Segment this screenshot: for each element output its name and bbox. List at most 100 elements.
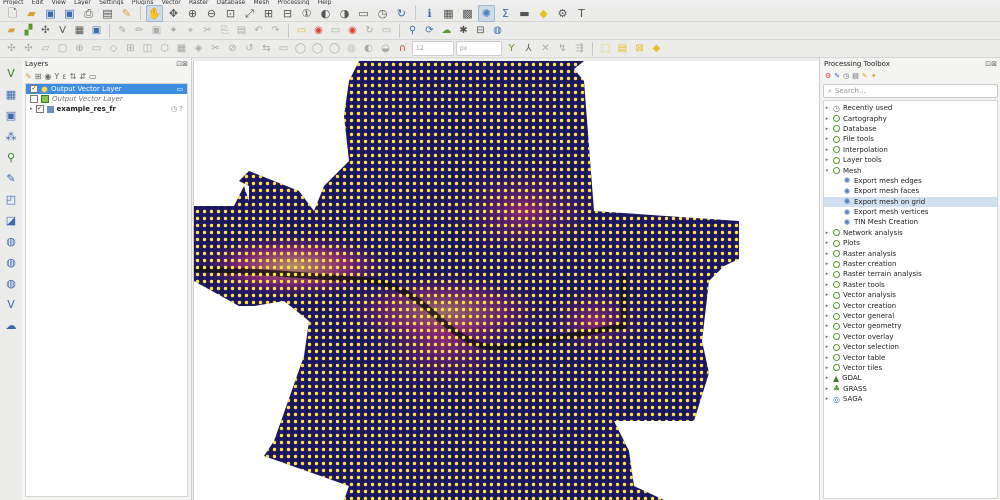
undo-icon[interactable]: ↶ bbox=[251, 23, 266, 38]
options-icon[interactable]: ✦ bbox=[871, 72, 877, 80]
expand-arrow-icon[interactable]: ▸ bbox=[824, 136, 830, 142]
layer-visibility-checkbox[interactable]: ✓ bbox=[35, 105, 44, 113]
expand-arrow-icon[interactable]: ▸ bbox=[824, 126, 830, 132]
style-icon[interactable]: ✎ bbox=[25, 72, 32, 81]
pan-to-selection-icon[interactable]: ✥ bbox=[165, 5, 182, 22]
group-vector-geometry[interactable]: ▸ Vector geometry bbox=[824, 321, 997, 331]
expand-arrow-icon[interactable]: ▸ bbox=[30, 106, 33, 112]
save-edits-icon[interactable]: ▣ bbox=[149, 23, 164, 38]
add-wcs-icon[interactable]: ◍ bbox=[2, 274, 20, 292]
font-size-dropdown[interactable]: 12 bbox=[412, 41, 454, 56]
layer-row-output-vector-2[interactable]: Output Vector Layer bbox=[26, 94, 187, 104]
collapse-all-icon[interactable]: ⇵ bbox=[79, 72, 86, 81]
group-raster-creation[interactable]: ▸ Raster creation bbox=[824, 259, 997, 269]
map-canvas[interactable] bbox=[193, 61, 819, 500]
zoom-full-icon[interactable]: ⤢ bbox=[241, 5, 258, 22]
deselect-icon[interactable]: ⊠ bbox=[632, 41, 647, 56]
new-bookmark-icon[interactable]: ⚙ bbox=[554, 5, 571, 22]
add-vector-layer-icon[interactable]: V bbox=[55, 23, 70, 38]
layer-info-icons[interactable]: ◷ ? bbox=[171, 105, 183, 113]
add-point-cloud-icon[interactable]: ⁂ bbox=[2, 127, 20, 145]
zoom-to-layer-icon[interactable]: ⊟ bbox=[279, 5, 296, 22]
expand-arrow-icon[interactable]: ▸ bbox=[824, 271, 830, 277]
expand-arrow-icon[interactable]: ▸ bbox=[824, 355, 830, 361]
add-raster-layer-icon[interactable]: ▦ bbox=[72, 23, 87, 38]
algorithm-tin-mesh-creation[interactable]: ✺ TIN Mesh Creation bbox=[824, 217, 997, 227]
globe-icon[interactable]: ◍ bbox=[490, 23, 505, 38]
label-rotate-icon[interactable]: ↻ bbox=[362, 23, 377, 38]
identify-icon[interactable]: ℹ bbox=[421, 5, 438, 22]
filter-icon[interactable]: Y bbox=[504, 41, 519, 56]
expand-arrow-icon[interactable]: ▸ bbox=[824, 147, 830, 153]
toggle-editing-icon[interactable]: ✏ bbox=[132, 23, 147, 38]
group-layer-tools[interactable]: ▸ Layer tools bbox=[824, 155, 997, 165]
expand-arrow-icon[interactable]: ▸ bbox=[824, 303, 830, 309]
join-icon[interactable]: ✕ bbox=[538, 41, 553, 56]
filter-expression-icon[interactable]: ε bbox=[62, 72, 66, 81]
digitize-15-icon[interactable]: ↺ bbox=[242, 41, 257, 56]
expand-arrow-icon[interactable]: ▸ bbox=[824, 282, 830, 288]
group-vector-general[interactable]: ▸ Vector general bbox=[824, 311, 997, 321]
copy-features-icon[interactable]: ⎘ bbox=[217, 23, 232, 38]
group-interpolation[interactable]: ▸ Interpolation bbox=[824, 145, 997, 155]
snapping-magnet-icon[interactable]: ∩ bbox=[395, 41, 410, 56]
add-raster-icon[interactable]: ▦ bbox=[2, 85, 20, 103]
digitize-17-icon[interactable]: ▭ bbox=[276, 41, 291, 56]
expand-arrow-icon[interactable]: ▸ bbox=[824, 323, 830, 329]
digitize-13-icon[interactable]: ✂ bbox=[208, 41, 223, 56]
group-gdal[interactable]: ▸ ▲ GDAL bbox=[824, 373, 997, 383]
digitize-icon[interactable]: ✣ bbox=[4, 41, 19, 56]
add-vector-icon[interactable]: V bbox=[2, 64, 20, 82]
zoom-in-icon[interactable]: ⊕ bbox=[184, 5, 201, 22]
algorithm-export-mesh-faces[interactable]: ✺ Export mesh faces bbox=[824, 186, 997, 196]
digitize-3-icon[interactable]: ▱ bbox=[38, 41, 53, 56]
add-gps-icon[interactable]: ⚲ bbox=[2, 148, 20, 166]
group-vector-selection[interactable]: ▸ Vector selection bbox=[824, 342, 997, 352]
results-icon[interactable]: ▤ bbox=[852, 72, 859, 80]
visibility-icon[interactable]: ◉ bbox=[44, 72, 51, 81]
digitize-7-icon[interactable]: ◇ bbox=[106, 41, 121, 56]
delete-selected-icon[interactable]: ✂ bbox=[200, 23, 215, 38]
digitize-6-icon[interactable]: ▭ bbox=[89, 41, 104, 56]
expand-arrow-icon[interactable]: ▸ bbox=[824, 334, 830, 340]
expand-arrow-icon[interactable]: ▸ bbox=[824, 375, 830, 381]
expand-arrow-icon[interactable]: ▸ bbox=[824, 230, 830, 236]
group-vector-tiles[interactable]: ▸ Vector tiles bbox=[824, 363, 997, 373]
group-raster-tools[interactable]: ▸ Raster tools bbox=[824, 280, 997, 290]
zoom-to-selection-icon[interactable]: ⊞ bbox=[260, 5, 277, 22]
save-as-icon[interactable]: ▣ bbox=[61, 5, 78, 22]
group-vector-table[interactable]: ▸ Vector table bbox=[824, 352, 997, 362]
panel-close-icon[interactable]: ⊡⊠ bbox=[176, 60, 188, 68]
select-by-value-icon[interactable]: ▤ bbox=[615, 41, 630, 56]
group-plots[interactable]: ▸ Plots bbox=[824, 238, 997, 248]
measure-icon[interactable]: ▬ bbox=[516, 5, 533, 22]
new-layer-icon[interactable]: ▞ bbox=[21, 23, 36, 38]
digitize-20-icon[interactable]: ◯ bbox=[327, 41, 342, 56]
group-vector-overlay[interactable]: ▸ Vector overlay bbox=[824, 332, 997, 342]
digitize-21-icon[interactable]: ◎ bbox=[344, 41, 359, 56]
zoom-out-icon[interactable]: ⊖ bbox=[203, 5, 220, 22]
layer-row-output-vector-1[interactable]: ✓ Output Vector Layer ▭ bbox=[26, 84, 187, 94]
expand-arrow-icon[interactable]: ▸ bbox=[824, 292, 830, 298]
zoom-native-icon[interactable]: ① bbox=[298, 5, 315, 22]
scripts-icon[interactable]: ✎ bbox=[834, 72, 840, 80]
remove-layer-icon[interactable]: ▭ bbox=[89, 72, 97, 81]
vertex-tool-icon[interactable]: ⌖ bbox=[183, 23, 198, 38]
expand-all-icon[interactable]: ⇅ bbox=[70, 72, 77, 81]
statistical-summary-icon[interactable]: Σ bbox=[497, 5, 514, 22]
zoom-last-icon[interactable]: ◐ bbox=[317, 5, 334, 22]
new-map-view-icon[interactable]: ▭ bbox=[355, 5, 372, 22]
expand-arrow-icon[interactable]: ▸ bbox=[824, 313, 830, 319]
zoom-rubberband-icon[interactable]: ⊡ bbox=[222, 5, 239, 22]
group-vector-creation[interactable]: ▸ Vector creation bbox=[824, 300, 997, 310]
models-icon[interactable]: ⚙ bbox=[825, 72, 831, 80]
layer-row-example-res-fr[interactable]: ▸ ✓ example_res_fr ◷ ? bbox=[26, 104, 187, 114]
rotate-icon[interactable]: ↯ bbox=[555, 41, 570, 56]
plugin-cloud-icon[interactable]: ☁ bbox=[439, 23, 454, 38]
filter-legend-icon[interactable]: Y bbox=[54, 72, 59, 81]
style-manager-icon[interactable]: ✎ bbox=[118, 5, 135, 22]
expand-arrow-icon[interactable]: ▸ bbox=[824, 365, 830, 371]
history-icon[interactable]: ◷ bbox=[843, 72, 849, 80]
digitize-4-icon[interactable]: ▢ bbox=[55, 41, 70, 56]
redo-icon[interactable]: ↷ bbox=[268, 23, 283, 38]
